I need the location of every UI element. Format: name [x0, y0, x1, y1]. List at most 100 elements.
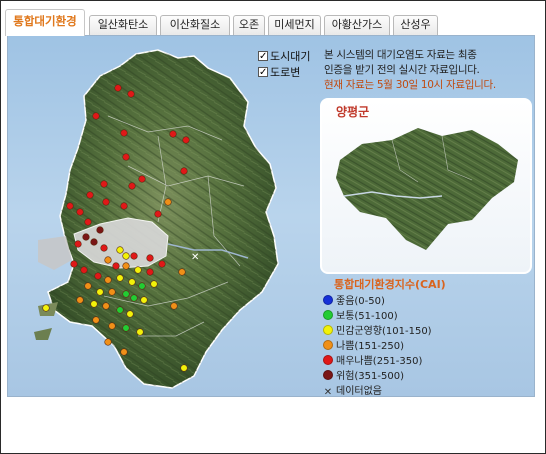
legend-good: 좋음(0-50) [320, 295, 530, 309]
cai-legend: 통합대기환경지수(CAI) 좋음(0-50) 보통(51-100) 민감군영향(… [320, 276, 530, 397]
station-marker [180, 167, 188, 175]
roadside-toggle[interactable]: 도로변 [258, 65, 310, 81]
layer-toggles: 도시대기 도로변 [258, 49, 310, 81]
station-marker [96, 226, 104, 234]
station-marker [126, 310, 134, 318]
station-marker [76, 296, 84, 304]
station-marker [116, 306, 124, 314]
station-marker [138, 175, 146, 183]
blue-dot-icon [323, 295, 333, 305]
station-marker [66, 202, 74, 210]
station-marker [100, 244, 108, 252]
roadside-label: 도로변 [270, 66, 301, 79]
station-marker [84, 218, 92, 226]
station-marker [86, 191, 94, 199]
checkbox-checked-icon[interactable] [258, 65, 268, 81]
red-dot-icon [323, 355, 333, 365]
notice-line-2: 인증을 받기 전의 실시간 자료입니다. [324, 64, 480, 76]
tab-acid-rain[interactable]: 산성우 [393, 15, 438, 35]
station-marker [130, 294, 138, 302]
station-marker [178, 268, 186, 276]
station-marker [102, 198, 110, 206]
province-map[interactable]: ✕ [8, 36, 308, 396]
station-marker [130, 252, 138, 260]
station-marker [127, 90, 135, 98]
station-marker [116, 274, 124, 282]
station-marker [104, 256, 112, 264]
station-marker [82, 233, 90, 241]
station-marker [128, 182, 136, 190]
station-marker [180, 364, 188, 372]
hour-value: 10 [420, 79, 434, 91]
station-marker [182, 136, 190, 144]
station-marker [134, 266, 142, 274]
station-marker [74, 240, 82, 248]
tab-integrated-air[interactable]: 통합대기환경 [5, 9, 85, 36]
west-sea-area [38, 236, 72, 270]
legend-title: 통합대기환경지수(CAI) [334, 278, 446, 291]
legend-unhealthy: 나쁨(151-250) [320, 340, 530, 354]
tab-ozone[interactable]: 오존 [233, 15, 265, 35]
station-marker [122, 153, 130, 161]
legend-moderate: 보통(51-100) [320, 310, 530, 324]
tab-sulfur-dioxide[interactable]: 아황산가스 [324, 15, 390, 35]
station-marker [104, 276, 112, 284]
station-marker [116, 246, 124, 254]
notice-line-1: 본 시스템의 대기오염도 자료는 최종 [324, 49, 477, 61]
station-marker [122, 262, 130, 270]
station-marker [90, 300, 98, 308]
tab-carbon-monoxide[interactable]: 일산화탄소 [89, 15, 157, 35]
tab-nitrogen-dioxide[interactable]: 이산화질소 [160, 15, 230, 35]
air-quality-widget: 통합대기환경 일산화탄소 이산화질소 오존 미세먼지 아황산가스 산성우 ✕ ✓… [0, 0, 546, 454]
station-marker [114, 84, 122, 92]
region-map [322, 100, 530, 272]
station-marker [92, 112, 100, 120]
station-marker [80, 266, 88, 274]
station-marker [90, 238, 98, 246]
station-marker [122, 252, 130, 260]
city-air-label: 도시대기 [270, 50, 311, 63]
station-marker [108, 322, 116, 330]
region-detail-view: 양평군 [320, 98, 532, 274]
station-marker [96, 288, 104, 296]
station-marker [102, 302, 110, 310]
legend-no-data: ✕ 데이터없음 [323, 386, 382, 397]
station-marker [92, 316, 100, 324]
no-data-marker: ✕ [191, 252, 199, 263]
station-marker [120, 129, 128, 137]
city-air-toggle[interactable]: 도시대기 [258, 49, 310, 65]
station-marker [164, 198, 172, 206]
station-marker [108, 288, 116, 296]
green-dot-icon [323, 310, 333, 320]
station-marker [170, 302, 178, 310]
station-marker [112, 262, 120, 270]
station-marker [146, 268, 154, 276]
darkred-dot-icon [323, 370, 333, 380]
station-marker [70, 260, 78, 268]
station-marker [94, 272, 102, 280]
station-marker [122, 324, 130, 332]
day-value: 30 [395, 79, 409, 91]
station-marker [146, 254, 154, 262]
data-notice: 본 시스템의 대기오염도 자료는 최종 인증을 받기 전의 실시간 자료입니다.… [324, 48, 529, 93]
station-marker [140, 296, 148, 304]
orange-dot-icon [323, 340, 333, 350]
station-marker [84, 282, 92, 290]
station-marker [120, 348, 128, 356]
station-marker [104, 338, 112, 346]
station-marker [128, 278, 136, 286]
station-marker [150, 280, 158, 288]
yellow-dot-icon [323, 325, 333, 335]
legend-hazardous: 위험(351-500) [320, 370, 530, 384]
station-marker [158, 260, 166, 268]
checkbox-checked-icon[interactable] [258, 49, 268, 65]
station-marker [122, 290, 130, 298]
station-marker [42, 304, 50, 312]
legend-very-unhealthy: 매우나쁨(251-350) [320, 355, 530, 369]
x-icon: ✕ [323, 387, 333, 397]
station-marker [138, 282, 146, 290]
station-marker [120, 202, 128, 210]
station-marker [100, 180, 108, 188]
station-marker [136, 328, 144, 336]
tab-fine-dust[interactable]: 미세먼지 [268, 15, 321, 35]
